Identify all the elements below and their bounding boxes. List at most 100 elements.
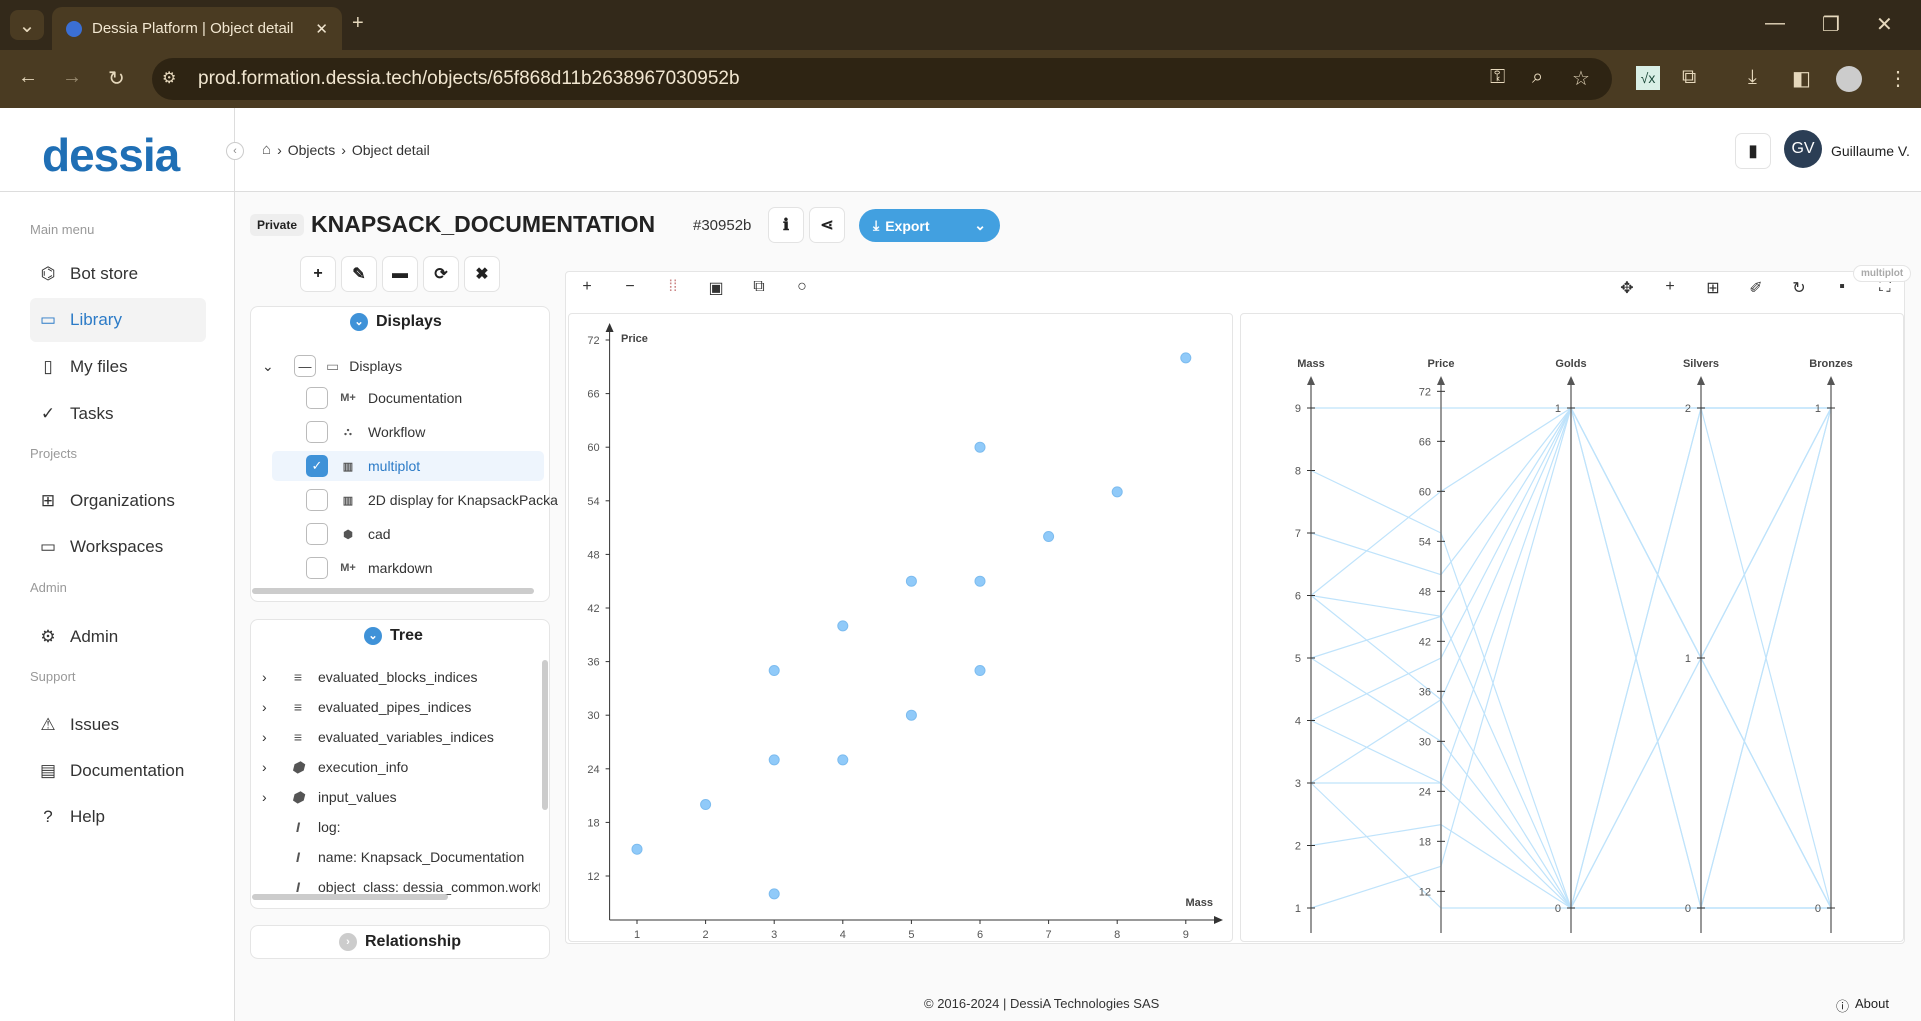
sidebar-item-workspaces[interactable]: ▭ Workspaces — [30, 525, 206, 569]
zoom-in-icon[interactable]: + — [575, 278, 599, 298]
dessia-logo[interactable]: dessia — [42, 128, 180, 182]
collapse-sidebar-button[interactable]: ‹ — [226, 142, 244, 160]
relationship-panel[interactable]: › Relationship — [250, 925, 550, 959]
tree-item[interactable]: › ≡ evaluated_blocks_indices — [262, 662, 478, 692]
chevron-right-icon[interactable]: › — [262, 699, 278, 715]
checkbox[interactable] — [306, 421, 328, 443]
briefcase-icon: ▭ — [39, 537, 57, 556]
reload-button[interactable]: ↻ — [108, 66, 125, 91]
displays-root[interactable]: ⌄ — ▭ Displays — [262, 351, 402, 381]
chevron-right-icon[interactable]: › — [262, 669, 278, 685]
ticket-button[interactable]: ▬ — [382, 256, 418, 292]
add-button[interactable]: + — [300, 256, 336, 292]
tree-item[interactable]: › ≡ evaluated_variables_indices — [262, 722, 494, 752]
parallel-panel[interactable]: Mass 1 2 3 4 5 6 7 8 9 Price 12 18 24 30 36 42 48 54 60 66 72… — [1240, 313, 1904, 942]
tree-item[interactable]: › ⬢ input_values — [262, 782, 397, 812]
parallel-coordinates-chart[interactable]: Mass123456789Price1218243036424854606672… — [1241, 314, 1905, 943]
notebook-button[interactable]: ▮ — [1735, 133, 1771, 169]
chevron-right-icon[interactable]: › — [262, 759, 278, 775]
home-icon[interactable]: ⌂ — [262, 141, 271, 158]
minimize-button[interactable]: — — [1765, 12, 1785, 35]
chevron-down-icon[interactable]: ⌄ — [262, 358, 278, 375]
checkbox[interactable] — [306, 387, 328, 409]
sidebar-item-issues[interactable]: ⚠ Issues — [30, 703, 206, 747]
move-icon[interactable]: ✥ — [1615, 278, 1639, 298]
user-name[interactable]: Guillaume V. — [1831, 143, 1910, 159]
display-item[interactable]: ▥ 2D display for KnapsackPacka — [306, 485, 558, 515]
delete-button[interactable]: ✖ — [464, 256, 500, 292]
new-tab-button[interactable]: + — [352, 12, 364, 35]
display-item[interactable]: ⬢ cad — [306, 519, 391, 549]
download-icon[interactable]: ⤓ — [1748, 66, 1757, 89]
tree-item[interactable]: › ⬢ execution_info — [262, 752, 408, 782]
info-button[interactable]: ℹ — [768, 207, 804, 243]
profile-avatar[interactable] — [1836, 66, 1862, 92]
side-panel-icon[interactable]: ◧ — [1792, 66, 1811, 91]
forward-button[interactable]: → — [62, 66, 82, 89]
sidebar-item-library[interactable]: ▭ Library — [30, 298, 206, 342]
close-window-button[interactable]: ✕ — [1876, 12, 1893, 37]
grid-select-icon[interactable]: ⁞⁞ — [661, 278, 685, 298]
brush-icon[interactable]: ✐ — [1744, 278, 1768, 298]
breadcrumb-objects[interactable]: Objects — [288, 142, 335, 158]
menu-dots-icon[interactable]: ⋮ — [1888, 66, 1908, 91]
zoom-out-icon[interactable]: − — [618, 278, 642, 298]
address-bar[interactable]: prod.formation.dessia.tech/objects/65f86… — [152, 58, 1612, 100]
browser-tab[interactable]: Dessia Platform | Object detail ✕ — [52, 7, 342, 50]
tree-header[interactable]: ⌄ Tree — [364, 627, 423, 645]
layout-grid-icon[interactable]: ⊞ — [1701, 278, 1725, 298]
edit-button[interactable]: ✎ — [341, 256, 377, 292]
chevron-right-icon[interactable]: › — [262, 789, 278, 805]
display-item[interactable]: ✓ ▥ multiplot — [272, 451, 544, 481]
user-avatar[interactable]: GV — [1784, 130, 1822, 168]
scatter-panel[interactable]: 1 2 3 4 5 6 7 8 9 12 18 24 30 36 42 48 54 60 66 72 Price Mass — [568, 313, 1233, 942]
tree-type-icon: ⬢ — [291, 788, 305, 805]
sidebar-item-bot-store[interactable]: ⌬ Bot store — [30, 252, 206, 296]
checkbox[interactable] — [306, 489, 328, 511]
display-item[interactable]: M+ Documentation — [306, 383, 462, 413]
display-item[interactable]: ⛬ Workflow — [306, 417, 425, 447]
refresh-button[interactable]: ⟳ — [423, 256, 459, 292]
restore-button[interactable]: ❐ — [1822, 12, 1840, 37]
tab-list-button[interactable]: ⌄ — [10, 10, 44, 40]
scatter-chart[interactable]: 1 2 3 4 5 6 7 8 91218243036424854606672 PriceMass — [569, 314, 1234, 943]
horizontal-scrollbar[interactable] — [252, 588, 534, 594]
add-plot-icon[interactable]: + — [1658, 278, 1682, 298]
merge-icon[interactable]: ⧉ — [747, 278, 771, 298]
sidebar-item-help[interactable]: ? Help — [30, 795, 206, 839]
circle-select-icon[interactable]: ○ — [790, 278, 814, 298]
indeterminate-checkbox[interactable]: — — [294, 355, 316, 377]
tree-item[interactable]: Iname: Knapsack_Documentation — [262, 842, 524, 872]
zoom-icon[interactable]: ⌕ — [1532, 66, 1543, 89]
sidebar-item-my-files[interactable]: ▯ My files — [30, 345, 206, 389]
back-button[interactable]: ← — [18, 66, 38, 89]
share-button[interactable]: ⋖ — [809, 207, 845, 243]
y-tick-label: 24 — [587, 764, 599, 776]
close-tab-icon[interactable]: ✕ — [315, 20, 328, 38]
key-icon[interactable]: ⚿ — [1490, 66, 1505, 89]
displays-header[interactable]: ⌄ Displays — [350, 313, 442, 331]
tree-item[interactable]: Ilog: — [262, 812, 341, 842]
sidebar-item-organizations[interactable]: ⊞ Organizations — [30, 479, 206, 523]
zoom-box-icon[interactable]: ▣ — [704, 278, 728, 298]
export-button[interactable]: ⤓ Export ⌄ — [859, 209, 1000, 242]
tree-item[interactable]: › ≡ evaluated_pipes_indices — [262, 692, 471, 722]
save-icon[interactable]: ▪ — [1830, 278, 1854, 298]
sidebar-item-documentation[interactable]: ▤ Documentation — [30, 749, 206, 793]
vertical-scrollbar[interactable] — [542, 660, 548, 810]
display-item[interactable]: M+ markdown — [306, 553, 433, 583]
bookmark-star-icon[interactable]: ☆ — [1572, 66, 1590, 91]
checkbox[interactable]: ✓ — [306, 455, 328, 477]
reset-icon[interactable]: ↻ — [1787, 278, 1811, 298]
checkbox[interactable] — [306, 557, 328, 579]
sidebar-item-tasks[interactable]: ✓ Tasks — [30, 392, 206, 436]
extensions-icon[interactable]: ⧉ — [1682, 66, 1696, 89]
math-extension-icon[interactable]: √x — [1636, 66, 1660, 90]
checkbox[interactable] — [306, 523, 328, 545]
horizontal-scrollbar[interactable] — [252, 894, 448, 900]
chevron-down-icon[interactable]: ⌄ — [974, 217, 1000, 234]
site-settings-icon[interactable]: ⚙ — [162, 68, 176, 88]
about-link[interactable]: ⓘ About — [1836, 996, 1889, 1015]
chevron-right-icon[interactable]: › — [262, 729, 278, 745]
sidebar-item-admin[interactable]: ⚙ Admin — [30, 615, 206, 659]
